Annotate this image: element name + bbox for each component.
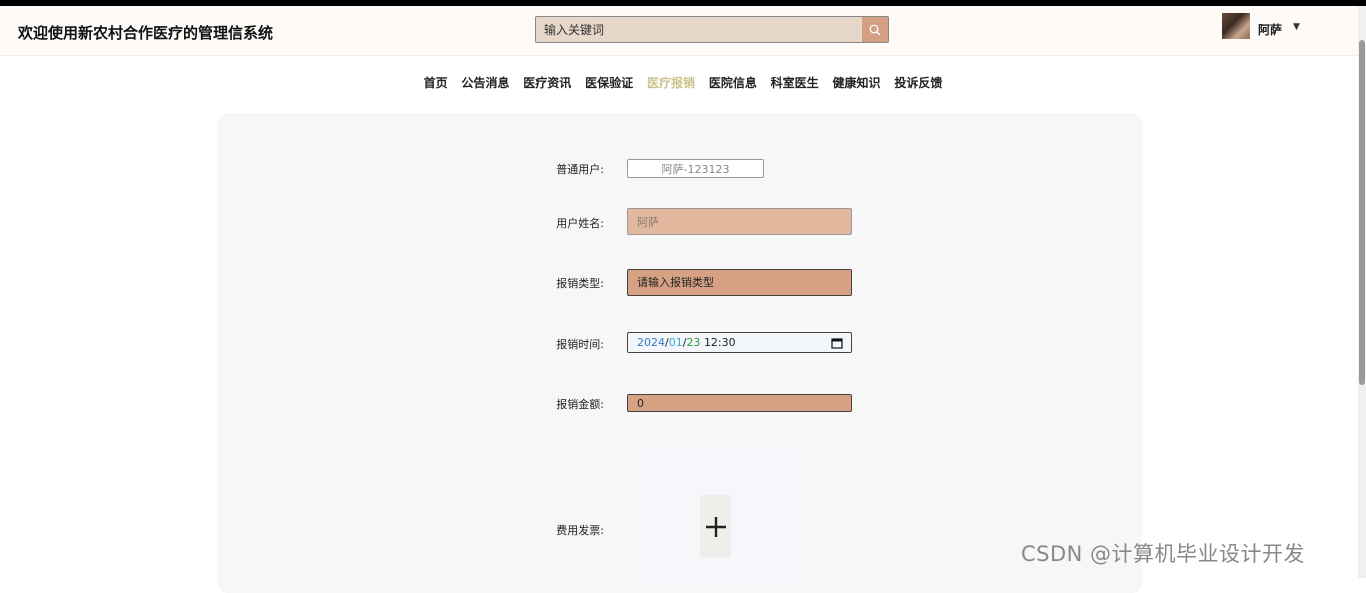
scrollbar-thumb[interactable] [1359, 40, 1365, 385]
date-month: 01 [668, 336, 683, 349]
nav-item-department-doctors[interactable]: 科室医生 [771, 74, 819, 91]
plus-icon [705, 516, 726, 537]
date-day: 23 [686, 336, 701, 349]
reimburse-time-input[interactable]: 2024/01/23 12:30 [627, 332, 852, 353]
nav-item-complaint-feedback[interactable]: 投诉反馈 [894, 74, 942, 91]
search-button[interactable] [862, 17, 888, 42]
watermark: CSDN @计算机毕业设计开发 [1021, 542, 1306, 566]
regular-user-label: 普通用户: [556, 163, 604, 176]
search-input[interactable] [536, 17, 863, 42]
reimburse-time-label: 报销时间: [556, 338, 604, 351]
upload-button[interactable] [700, 495, 731, 558]
amount-label: 报销金额: [556, 398, 604, 411]
invoice-upload-area [632, 444, 798, 584]
reimburse-type-input[interactable] [627, 269, 852, 296]
invoice-label: 费用发票: [556, 524, 604, 537]
nav-item-reimbursement[interactable]: 医疗报销 [647, 74, 695, 91]
calendar-icon[interactable] [831, 337, 843, 349]
main-nav: 首页 公告消息 医疗资讯 医保验证 医疗报销 医院信息 科室医生 健康知识 投诉… [0, 74, 1366, 91]
user-name-label: 用户姓名: [556, 217, 604, 230]
search-icon [869, 24, 881, 35]
nav-item-hospital-info[interactable]: 医院信息 [709, 74, 757, 91]
username[interactable]: 阿萨 [1258, 21, 1282, 38]
reimburse-type-label: 报销类型: [556, 277, 604, 290]
avatar[interactable] [1222, 13, 1250, 39]
nav-item-announcements[interactable]: 公告消息 [461, 74, 509, 91]
user-name-field[interactable] [627, 208, 852, 235]
site-title: 欢迎使用新农村合作医疗的管理信系统 [18, 24, 274, 42]
date-time: 12:30 [703, 336, 736, 349]
nav-item-insurance-verify[interactable]: 医保验证 [585, 74, 633, 91]
regular-user-field[interactable] [627, 159, 764, 178]
nav-item-home[interactable]: 首页 [424, 74, 448, 91]
date-year: 2024 [637, 336, 665, 349]
header: 欢迎使用新农村合作医疗的管理信系统 阿萨 ▼ [0, 6, 1366, 56]
search-box [535, 16, 889, 43]
nav-item-medical-news[interactable]: 医疗资讯 [523, 74, 571, 91]
chevron-down-icon[interactable]: ▼ [1293, 22, 1300, 32]
amount-input[interactable] [627, 394, 852, 412]
nav-item-health-knowledge[interactable]: 健康知识 [833, 74, 881, 91]
